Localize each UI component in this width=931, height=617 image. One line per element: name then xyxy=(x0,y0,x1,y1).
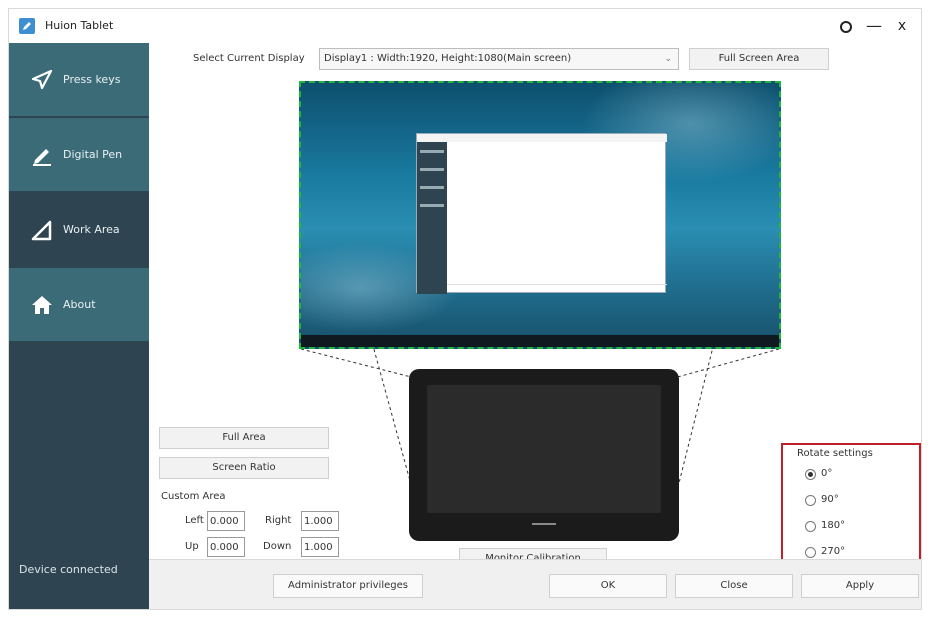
screen-area-preview[interactable] xyxy=(299,81,781,349)
sidebar-item-digital-pen[interactable]: Digital Pen xyxy=(9,118,149,192)
tablet-screen xyxy=(427,385,661,513)
sidebar-item-label: About xyxy=(63,298,96,311)
radio-unchecked-icon xyxy=(805,495,816,506)
sidebar-item-work-area[interactable]: Work Area xyxy=(9,193,149,267)
title-bar: Huion Tablet — x xyxy=(9,9,921,43)
thumbnail-sidebar-item xyxy=(420,150,444,153)
app-window: Huion Tablet — x Press keys Digital Pen … xyxy=(8,8,922,610)
sidebar-item-label: Press keys xyxy=(63,73,121,86)
rotate-settings-title: Rotate settings xyxy=(797,448,873,459)
rotate-option-label: 180° xyxy=(821,520,846,531)
rotate-option-label: 270° xyxy=(821,546,846,557)
apply-button[interactable]: Apply xyxy=(801,574,919,598)
tablet-image xyxy=(409,369,679,541)
taskbar-thumbnail xyxy=(301,335,779,347)
radio-unchecked-icon xyxy=(805,547,816,558)
ok-button[interactable]: OK xyxy=(549,574,667,598)
home-icon xyxy=(31,294,53,316)
left-input[interactable] xyxy=(207,511,245,531)
thumbnail-footer xyxy=(447,284,667,294)
administrator-privileges-button[interactable]: Administrator privileges xyxy=(273,574,423,598)
full-area-button[interactable]: Full Area xyxy=(159,427,329,449)
desktop-window-thumbnail xyxy=(416,133,667,294)
radio-checked-icon xyxy=(805,469,816,480)
left-label: Left xyxy=(185,515,204,526)
thumbnail-sidebar-item xyxy=(420,186,444,189)
rotate-settings-group: Rotate settings 0° 90° 180° 270° xyxy=(781,443,921,573)
triangle-icon xyxy=(31,219,53,241)
rotate-option-label: 0° xyxy=(821,468,833,479)
device-status: Device connected xyxy=(19,563,118,576)
sidebar-item-label: Digital Pen xyxy=(63,148,123,161)
right-input[interactable] xyxy=(301,511,339,531)
close-window-button[interactable]: x xyxy=(891,15,913,37)
right-label: Right xyxy=(265,515,292,526)
tablet-logo xyxy=(532,523,556,525)
radio-unchecked-icon xyxy=(805,521,816,532)
minimize-button[interactable]: — xyxy=(863,15,885,37)
custom-area-title: Custom Area xyxy=(161,491,226,502)
thumbnail-sidebar-item xyxy=(420,204,444,207)
work-area-panel: Select Current Display Display1 : Width:… xyxy=(149,43,921,573)
down-input[interactable] xyxy=(301,537,339,557)
sidebar-item-press-keys[interactable]: Press keys xyxy=(9,43,149,117)
thumbnail-titlebar xyxy=(417,134,667,142)
thumbnail-sidebar-item xyxy=(420,168,444,171)
custom-area-group: Custom Area Left Right Up Down xyxy=(149,491,349,561)
settings-circle-icon[interactable] xyxy=(835,15,857,37)
screen-ratio-button[interactable]: Screen Ratio xyxy=(159,457,329,479)
rotate-option-label: 90° xyxy=(821,494,839,505)
down-label: Down xyxy=(263,541,292,552)
pen-app-icon xyxy=(19,18,35,34)
up-input[interactable] xyxy=(207,537,245,557)
send-arrow-icon xyxy=(31,69,53,91)
sidebar-item-label: Work Area xyxy=(63,223,120,236)
thumbnail-sidebar xyxy=(417,142,447,294)
sidebar-item-about[interactable]: About xyxy=(9,268,149,342)
pen-icon xyxy=(31,144,53,166)
sidebar: Press keys Digital Pen Work Area About D… xyxy=(9,43,149,609)
up-label: Up xyxy=(185,541,199,552)
window-title: Huion Tablet xyxy=(45,19,114,32)
close-button[interactable]: Close xyxy=(675,574,793,598)
footer-bar: Administrator privileges OK Close Apply xyxy=(149,559,921,609)
